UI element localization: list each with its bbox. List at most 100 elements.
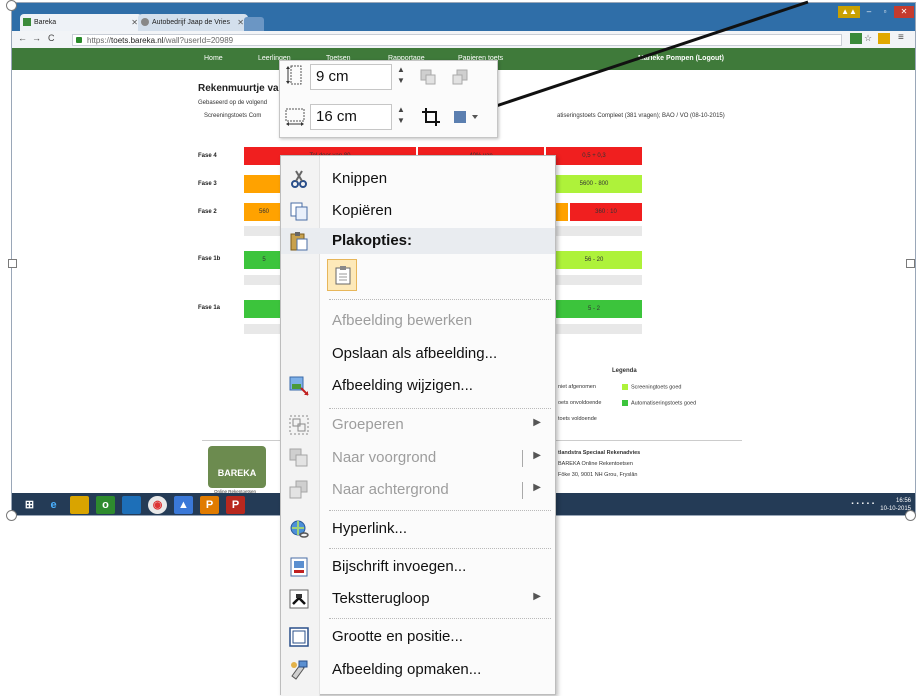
- app-green-icon[interactable]: o: [96, 496, 115, 514]
- menu-item-tekstterugloop[interactable]: Tekstterugloop ▶: [281, 584, 555, 614]
- page-title: Rekenmuurtje van: [198, 83, 285, 94]
- legend-item: oets onvoldoende: [558, 400, 602, 406]
- send-to-back-icon: [289, 480, 308, 499]
- paste-keep-picture-button[interactable]: [327, 259, 357, 291]
- pdf-reader-icon[interactable]: P: [226, 496, 245, 514]
- menu-header-plakopties: Plakopties:: [281, 228, 555, 254]
- menu-item-kopieren[interactable]: Kopiëren: [281, 196, 555, 226]
- wall-cell[interactable]: 360 : 10: [570, 203, 642, 221]
- footer-line-3: Fôke 30, 9001 NH Grou, Fryslân: [558, 472, 638, 478]
- shape-width-field[interactable]: 16 cm: [310, 104, 392, 130]
- legend-item: niet afgenomen: [558, 384, 596, 390]
- height-spinner[interactable]: ▲ ▼: [396, 64, 406, 90]
- menu-item-afbeelding-wijzigen[interactable]: Afbeelding wijzigen...: [281, 371, 555, 401]
- legend-item: toets voldoende: [558, 416, 597, 422]
- word-icon[interactable]: ▲: [174, 496, 193, 514]
- submenu-arrow-icon: ▶: [533, 591, 541, 602]
- paste-picture-icon: [335, 266, 351, 285]
- menu-item-hyperlink[interactable]: Hyperlink...: [281, 514, 555, 544]
- reload-icon[interactable]: C: [48, 33, 55, 43]
- new-tab-button[interactable]: [244, 17, 264, 31]
- hyperlink-icon: [290, 520, 309, 538]
- system-tray-icons[interactable]: ▪▪▪▪▪: [851, 501, 877, 507]
- page-subtitle: Gebaseerd op de volgend: [198, 100, 268, 106]
- close-tab-icon[interactable]: ✕: [237, 14, 244, 31]
- scissors-icon: [291, 170, 307, 188]
- shape-height-field[interactable]: 9 cm: [310, 64, 392, 90]
- wall-cell[interactable]: [244, 175, 280, 193]
- wall-cell[interactable]: 56 - 20: [546, 251, 642, 269]
- close-tab-icon[interactable]: ✕: [131, 14, 138, 31]
- profile-icon[interactable]: ▲▲: [838, 6, 860, 18]
- format-picture-icon: [291, 660, 308, 680]
- browser-tab-bareka[interactable]: Bareka ✕: [20, 14, 142, 31]
- wall-cell[interactable]: 5: [244, 251, 284, 269]
- phase-label: Fase 1b: [198, 256, 221, 262]
- globe-favicon-icon: [141, 18, 149, 26]
- menu-item-afbeelding-opmaken[interactable]: Afbeelding opmaken...: [281, 655, 555, 685]
- menu-item-knippen[interactable]: Knippen: [281, 164, 555, 194]
- user-logout-link[interactable]: Marieke Pompen (Logout): [638, 55, 724, 62]
- extension-icon[interactable]: [850, 33, 862, 44]
- menu-separator: [329, 548, 551, 549]
- menu-item-naar-achtergrond[interactable]: Naar achtergrond ▶: [281, 475, 555, 505]
- forward-icon[interactable]: →: [32, 33, 41, 43]
- wall-cell[interactable]: 560: [244, 203, 284, 221]
- app-blue-icon[interactable]: [122, 496, 141, 514]
- legend-item: Screeningtoets goed: [622, 384, 681, 390]
- selection-handle-left[interactable]: [8, 259, 17, 268]
- bring-forward-icon[interactable]: [419, 68, 437, 86]
- chrome-icon[interactable]: ◉: [148, 496, 167, 514]
- maximize-icon[interactable]: ▫: [878, 6, 892, 18]
- submenu-arrow-icon: ▶: [533, 482, 541, 493]
- menu-icon[interactable]: ≡: [898, 32, 904, 43]
- file-explorer-icon[interactable]: [70, 496, 89, 514]
- bareka-favicon-icon: [23, 18, 31, 26]
- powerpoint-icon[interactable]: P: [200, 496, 219, 514]
- minimize-icon[interactable]: –: [862, 6, 876, 18]
- selection-handle-bottom-right[interactable]: [905, 510, 916, 521]
- back-icon[interactable]: ←: [18, 33, 27, 43]
- selection-handle-top-left[interactable]: [6, 0, 17, 11]
- selection-handle-right[interactable]: [906, 259, 915, 268]
- legend-title: Legenda: [612, 368, 637, 374]
- menu-item-grootte-en-positie[interactable]: Grootte en positie...: [281, 622, 555, 652]
- context-menu: Knippen Kopiëren Plakopties: Afbeelding …: [280, 155, 556, 696]
- menu-item-groeperen[interactable]: Groeperen ▶: [281, 410, 555, 440]
- legend-item: Automatiseringstoets goed: [622, 400, 696, 406]
- download-icon[interactable]: [878, 33, 890, 44]
- caption-icon: [290, 557, 308, 577]
- browser-tab-autobedrijf[interactable]: Autobedrijf Jaap de Vries ✕: [138, 14, 248, 31]
- wall-cell[interactable]: 0,5 + 0,3: [546, 147, 642, 165]
- menu-item-opslaan-als-afbeelding[interactable]: Opslaan als afbeelding...: [281, 339, 555, 369]
- size-position-icon: [289, 627, 309, 647]
- address-bar[interactable]: https://toets.bareka.nl/wall?userId=2098…: [72, 34, 842, 46]
- submenu-arrow-icon: ▶: [533, 417, 541, 428]
- menu-separator: [329, 510, 551, 511]
- send-backward-icon[interactable]: [451, 68, 469, 86]
- footer-line-2: BAREKA Online Rekentoetsen: [558, 461, 633, 467]
- menu-item-naar-voorgrond[interactable]: Naar voorgrond ▶: [281, 443, 555, 473]
- bareka-logo: BAREKA: [208, 446, 266, 488]
- selection-handle-bottom-left[interactable]: [6, 510, 17, 521]
- change-picture-icon: [289, 376, 309, 396]
- windows-start-icon[interactable]: ⊞: [20, 496, 39, 514]
- wall-cell[interactable]: 5600 - 800: [546, 175, 642, 193]
- menu-item-afbeelding-bewerken[interactable]: Afbeelding bewerken: [281, 306, 555, 336]
- close-window-icon[interactable]: ✕: [894, 6, 914, 18]
- menu-separator: [329, 299, 551, 300]
- crop-icon[interactable]: [421, 107, 441, 127]
- wall-cell[interactable]: 5 - 2: [546, 300, 642, 318]
- lock-icon: [76, 37, 82, 43]
- wrap-text-icon[interactable]: [452, 108, 482, 126]
- width-spinner[interactable]: ▲ ▼: [396, 104, 406, 130]
- bookmark-star-icon[interactable]: ☆: [864, 33, 872, 44]
- phase-label: Fase 3: [198, 181, 217, 187]
- test-bullet-right: atiseringstoets Compleet (381 vragen); B…: [557, 113, 725, 119]
- shape-height-icon: [286, 65, 302, 85]
- internet-explorer-icon[interactable]: e: [44, 496, 63, 514]
- menu-item-bijschrift-invoegen[interactable]: Bijschrift invoegen...: [281, 552, 555, 582]
- wall-cell[interactable]: [244, 300, 284, 318]
- nav-home[interactable]: Home: [204, 55, 223, 62]
- phase-label: Fase 1a: [198, 305, 221, 311]
